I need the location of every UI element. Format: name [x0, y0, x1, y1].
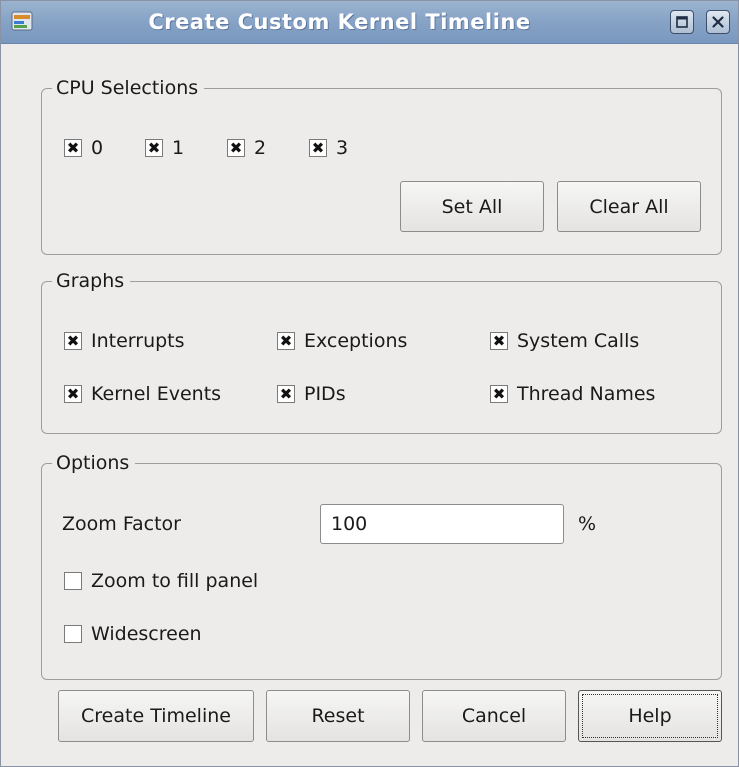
checkbox-checked-icon: [277, 384, 295, 404]
pids-checkbox[interactable]: PIDs: [277, 382, 346, 406]
system-calls-checkbox[interactable]: System Calls: [490, 329, 639, 353]
exceptions-checkbox[interactable]: Exceptions: [277, 329, 407, 353]
interrupts-label: Interrupts: [91, 330, 185, 352]
cpu-2-checkbox[interactable]: 2: [227, 136, 266, 160]
checkbox-checked-icon: [309, 138, 327, 158]
percent-label: %: [578, 513, 597, 535]
widescreen-label: Widescreen: [91, 623, 202, 645]
checkbox-checked-icon: [64, 384, 82, 404]
title-bar[interactable]: Create Custom Kernel Timeline: [1, 1, 738, 44]
widescreen-checkbox[interactable]: Widescreen: [64, 622, 202, 646]
set-all-button[interactable]: Set All: [400, 181, 544, 232]
cpu-0-label: 0: [91, 137, 104, 159]
options-group: Options Zoom Factor % Zoom to fill panel…: [41, 451, 722, 680]
kernel-events-checkbox[interactable]: Kernel Events: [64, 382, 221, 406]
exceptions-label: Exceptions: [304, 330, 408, 352]
maximize-button[interactable]: [670, 10, 694, 34]
system-calls-label: System Calls: [517, 330, 640, 352]
zoom-to-fill-checkbox[interactable]: Zoom to fill panel: [64, 569, 258, 593]
reset-button[interactable]: Reset: [266, 690, 410, 742]
checkbox-checked-icon: [145, 138, 163, 158]
checkbox-checked-icon: [277, 331, 295, 351]
checkbox-checked-icon: [227, 138, 245, 158]
checkbox-checked-icon: [490, 384, 508, 404]
checkbox-unchecked-icon: [64, 625, 82, 643]
checkbox-unchecked-icon: [64, 572, 82, 590]
cpu-1-label: 1: [172, 137, 185, 159]
cpu-selections-legend: CPU Selections: [52, 76, 205, 100]
checkbox-checked-icon: [64, 331, 82, 351]
cpu-selections-group: CPU Selections 0 1 2 3 Set All Clear All: [41, 76, 722, 255]
zoom-factor-input[interactable]: [320, 504, 564, 544]
cpu-3-checkbox[interactable]: 3: [309, 136, 348, 160]
clear-all-button[interactable]: Clear All: [557, 181, 701, 232]
close-button[interactable]: [706, 10, 730, 34]
cancel-button[interactable]: Cancel: [422, 690, 566, 742]
close-icon: [712, 16, 724, 28]
pids-label: PIDs: [304, 383, 346, 405]
options-legend: Options: [52, 451, 136, 475]
cpu-2-label: 2: [254, 137, 267, 159]
kernel-events-label: Kernel Events: [91, 383, 222, 405]
interrupts-checkbox[interactable]: Interrupts: [64, 329, 185, 353]
cpu-0-checkbox[interactable]: 0: [64, 136, 103, 160]
create-timeline-button[interactable]: Create Timeline: [58, 690, 254, 742]
checkbox-checked-icon: [490, 331, 508, 351]
zoom-factor-label: Zoom Factor: [62, 513, 181, 535]
cpu-1-checkbox[interactable]: 1: [145, 136, 184, 160]
help-button[interactable]: Help: [578, 690, 722, 742]
graphs-group: Graphs Interrupts Exceptions System Call…: [41, 269, 722, 434]
checkbox-checked-icon: [64, 138, 82, 158]
dialog-window: Create Custom Kernel Timeline CPU Select…: [0, 0, 739, 767]
graphs-legend: Graphs: [52, 269, 131, 293]
thread-names-label: Thread Names: [517, 383, 656, 405]
zoom-to-fill-label: Zoom to fill panel: [91, 570, 259, 592]
maximize-icon: [676, 16, 688, 28]
window-title: Create Custom Kernel Timeline: [148, 10, 531, 34]
cpu-3-label: 3: [336, 137, 349, 159]
thread-names-checkbox[interactable]: Thread Names: [490, 382, 655, 406]
